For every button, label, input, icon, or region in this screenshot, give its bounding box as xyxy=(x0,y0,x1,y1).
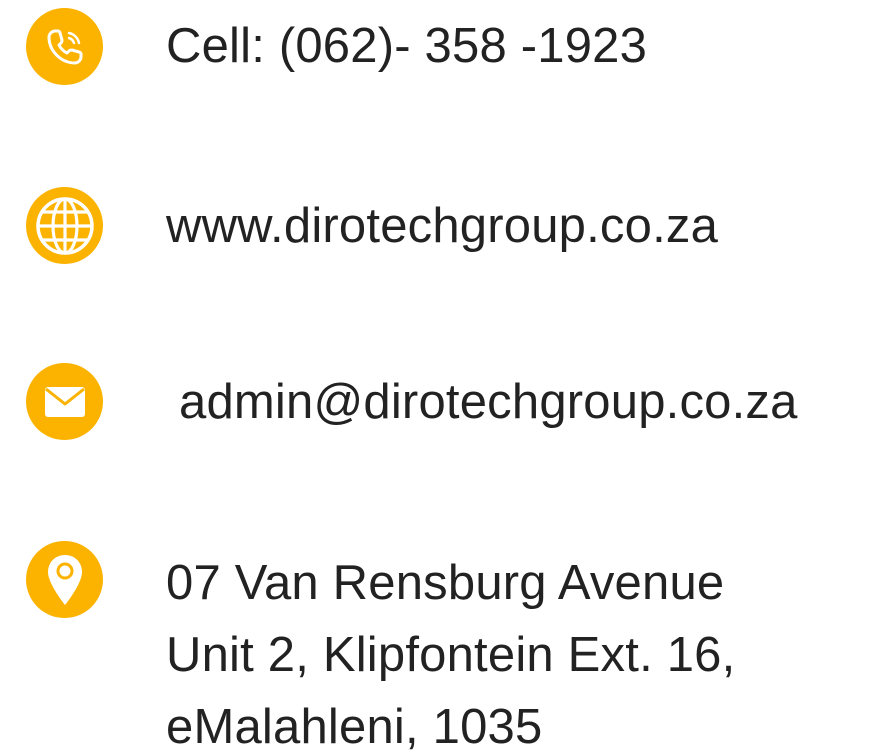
address-text: 07 Van Rensburg Avenue Unit 2, Klipfonte… xyxy=(166,547,735,754)
address-line-2: Unit 2, Klipfontein Ext. 16, xyxy=(166,628,736,682)
globe-icon xyxy=(26,187,103,264)
phone-number-text: Cell: (062)- 358 -1923 xyxy=(166,19,648,73)
address-line-3: eMalahleni, 1035 xyxy=(166,700,543,754)
email-text[interactable]: admin@dirotechgroup.co.za xyxy=(179,366,798,438)
address-line-1: 07 Van Rensburg Avenue xyxy=(166,556,725,610)
envelope-icon xyxy=(26,363,103,440)
location-pin-icon xyxy=(26,541,103,618)
website-text[interactable]: www.dirotechgroup.co.za xyxy=(166,190,718,262)
phone-icon xyxy=(26,8,103,85)
